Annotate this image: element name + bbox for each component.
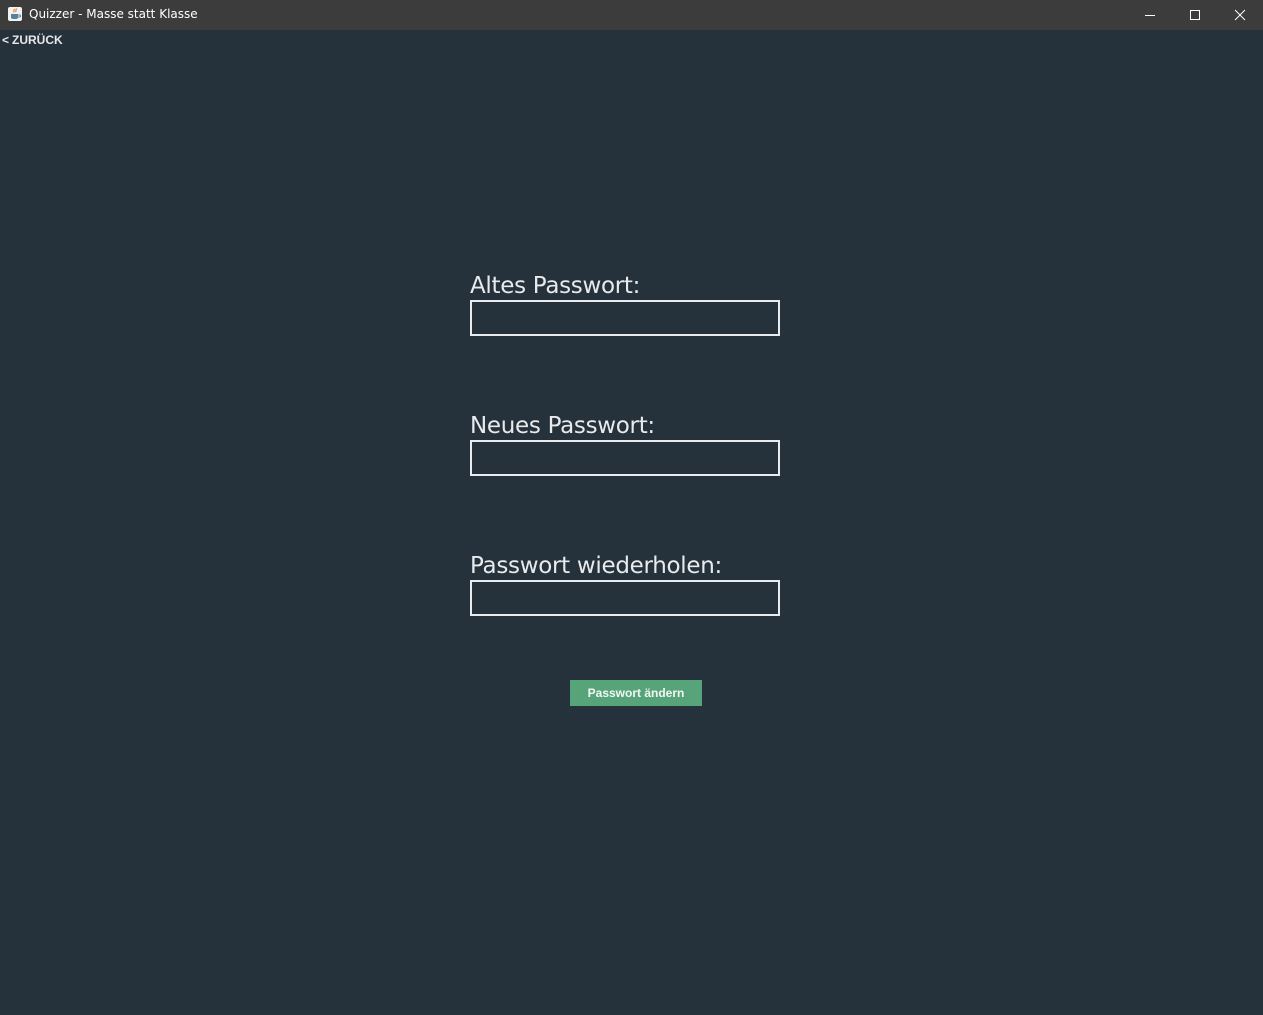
new-password-field[interactable] (470, 440, 780, 476)
close-icon (1234, 9, 1246, 20)
repeat-password-field[interactable] (470, 580, 780, 616)
repeat-password-label: Passwort wiederholen: (470, 553, 722, 579)
back-label: ZURÜCK (12, 33, 63, 47)
back-link[interactable]: < ZURÜCK (2, 33, 63, 47)
maximize-icon (1190, 9, 1200, 20)
old-password-field[interactable] (470, 300, 780, 336)
new-password-label: Neues Passwort: (470, 413, 655, 439)
maximize-button[interactable] (1172, 0, 1218, 29)
minimize-icon (1145, 14, 1155, 16)
close-button[interactable] (1217, 0, 1263, 29)
minimize-button[interactable] (1127, 0, 1173, 29)
title-bar: Quizzer - Masse statt Klasse (0, 0, 1263, 30)
change-password-button[interactable]: Passwort ändern (570, 680, 702, 706)
back-arrow: < (2, 33, 10, 47)
java-cup-icon (8, 7, 22, 21)
old-password-label: Altes Passwort: (470, 273, 641, 299)
window-title: Quizzer - Masse statt Klasse (29, 7, 198, 21)
